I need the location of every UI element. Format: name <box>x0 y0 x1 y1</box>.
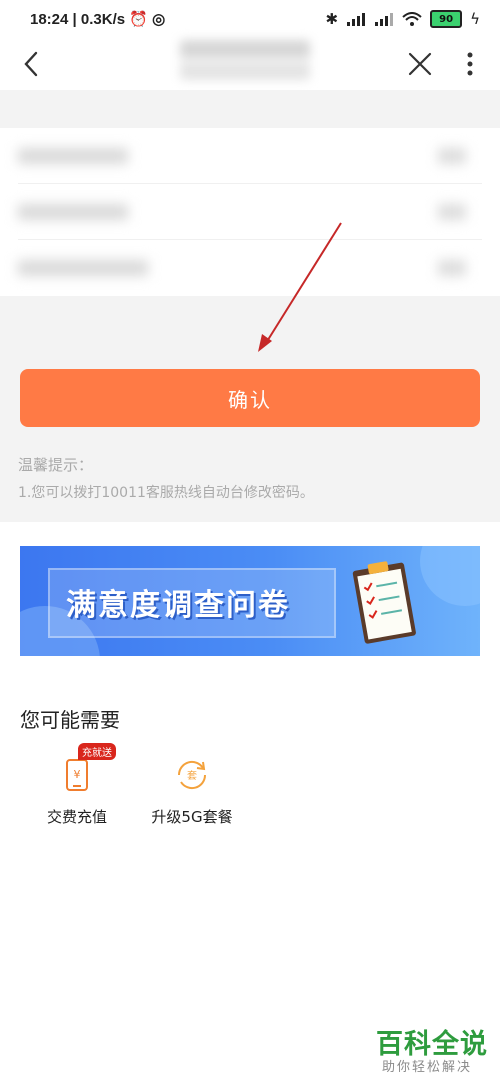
survey-banner[interactable]: 满意度调查问卷 <box>20 546 480 656</box>
banner-decoration <box>420 546 480 606</box>
confirm-button[interactable]: 确认 <box>20 369 480 427</box>
form-row[interactable] <box>0 240 500 296</box>
clipboard-icon <box>352 561 416 644</box>
package-upgrade-icon: 套 <box>177 760 207 790</box>
watermark-subtitle: 助你轻松解决 <box>382 1060 473 1075</box>
service-upgrade-5g[interactable]: 套 升级5G套餐 <box>132 752 252 832</box>
top-spacer <box>0 90 500 128</box>
form-row-label-blurred <box>18 204 128 220</box>
chevron-left-icon[interactable] <box>20 50 44 78</box>
form-row-value-blurred <box>438 260 466 276</box>
status-time: 18:24 | 0.3K/s ⏰ ◎ <box>30 11 166 28</box>
signal-icon-2 <box>375 13 394 26</box>
svg-text:¥: ¥ <box>74 768 81 781</box>
charging-icon: ϟ <box>470 10 480 28</box>
promo-badge: 充就送 <box>78 743 116 760</box>
phone-recharge-icon: ¥ <box>66 759 88 791</box>
service-label: 交费充值 <box>46 808 107 826</box>
form-row-value-blurred <box>438 148 466 164</box>
status-bar: 18:24 | 0.3K/s ⏰ ◎ ✱ 90 ϟ <box>0 0 500 40</box>
banner-title: 满意度调查问卷 <box>66 588 290 623</box>
service-label: 升级5G套餐 <box>151 808 233 826</box>
more-vertical-icon[interactable] <box>460 50 480 78</box>
tips-title: 温馨提示： <box>18 456 94 474</box>
bluetooth-icon: ✱ <box>325 10 339 28</box>
page-title-blurred <box>180 40 310 80</box>
form-row[interactable] <box>0 184 500 240</box>
password-form <box>0 128 500 296</box>
nav-bar <box>0 40 500 88</box>
battery-icon: 90 <box>430 10 463 28</box>
section-title: 您可能需要 <box>20 708 120 732</box>
alarm-icon: ⏰ <box>129 11 148 28</box>
app-notification-icon: ◎ <box>152 11 166 28</box>
status-right: ✱ 90 ϟ <box>326 10 480 28</box>
service-recharge[interactable]: ¥ 交费充值 <box>17 752 137 832</box>
form-row[interactable] <box>0 128 500 184</box>
signal-icon <box>347 13 366 26</box>
form-row-label-blurred <box>18 148 128 164</box>
svg-text:套: 套 <box>187 769 197 782</box>
wifi-icon <box>402 12 422 26</box>
form-row-value-blurred <box>438 204 466 220</box>
close-icon[interactable] <box>406 50 434 78</box>
tips-line: 1.您可以拨打10011客服热线自动台修改密码。 <box>18 485 314 501</box>
form-row-label-blurred <box>18 260 148 276</box>
